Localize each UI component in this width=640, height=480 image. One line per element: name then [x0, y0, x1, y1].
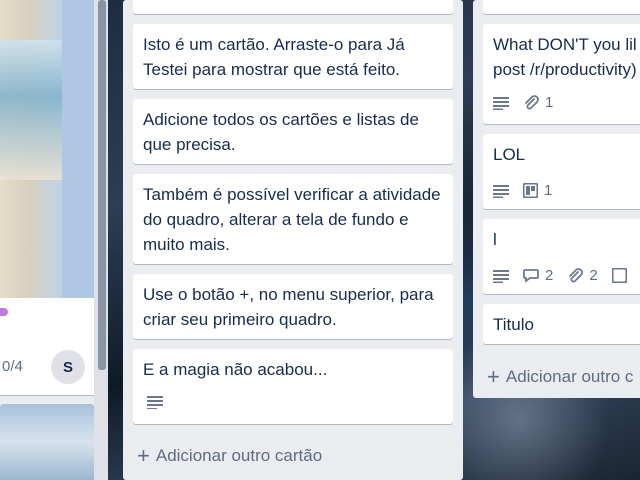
card-top-partial[interactable]: [133, 0, 453, 14]
card-title: E a magia não acabou...: [143, 360, 328, 379]
paperclip-icon: [523, 94, 539, 111]
description-icon: [493, 269, 509, 283]
card-title: Titulo: [493, 315, 534, 334]
add-card-button[interactable]: + Adicionar outro c: [487, 364, 634, 389]
comments-count: 2: [545, 267, 554, 284]
attachments-count: 1: [545, 94, 554, 111]
description-icon: [493, 96, 509, 110]
middle-list: Isto é um cartão. Arraste-o para Já Test…: [123, 0, 463, 480]
card-3[interactable]: Também é possível verificar a atividade …: [133, 174, 453, 264]
card-4[interactable]: Use o botão +, no menu superior, para cr…: [133, 274, 453, 339]
checklist-counter: 0/4: [2, 358, 23, 375]
right-list: What DON'T you lil post /r/productivity)…: [473, 0, 640, 398]
card-title: Adicione todos os cartões e listas de qu…: [143, 110, 419, 154]
card-label: [0, 308, 8, 316]
board-icon: [523, 183, 538, 198]
card-title: Também é possível verificar a atividade …: [143, 185, 441, 254]
avatar[interactable]: S: [51, 350, 85, 384]
card-cover-image-2[interactable]: [0, 404, 94, 480]
attachments-badge: 2: [567, 263, 598, 288]
card-title: LOL: [493, 145, 526, 164]
add-card-button[interactable]: + Adicionar outro cartão: [137, 443, 323, 468]
left-list-scrollbar-thumb[interactable]: [98, 0, 106, 370]
left-list: 0/4 S: [0, 0, 94, 480]
card-details[interactable]: 0/4 S: [0, 298, 94, 395]
card-titulo[interactable]: Titulo: [483, 304, 640, 344]
comment-icon: [523, 268, 539, 283]
card-top-partial[interactable]: [483, 0, 640, 14]
card-badges: 1: [493, 178, 552, 203]
description-icon: [147, 395, 163, 409]
add-card-label: Adicionar outro cartão: [155, 446, 323, 465]
card-2[interactable]: Adicione todos os cartões e listas de qu…: [133, 99, 453, 164]
card-title: l: [493, 230, 497, 249]
card-title: What DON'T you lil post /r/productivity): [493, 35, 637, 79]
card-title: Isto é um cartão. Arraste-o para Já Test…: [143, 35, 405, 79]
card-cover-image[interactable]: [0, 0, 94, 298]
plus-icon: +: [487, 364, 500, 389]
comments-badge: 2: [523, 263, 553, 288]
checklist-badge: 1: [523, 178, 552, 203]
card-l[interactable]: l 2 2: [483, 219, 640, 294]
plus-icon: +: [137, 443, 150, 468]
add-card-label: Adicionar outro c: [505, 367, 634, 386]
card-title: Use o botão +, no menu superior, para cr…: [143, 285, 434, 329]
board-icon: [611, 268, 627, 283]
card-1[interactable]: Isto é um cartão. Arraste-o para Já Test…: [133, 24, 453, 89]
card-badges: 1: [493, 90, 553, 115]
sky-shading: [62, 0, 94, 298]
checklist-count: 1: [544, 182, 553, 199]
card-5[interactable]: E a magia não acabou...: [133, 349, 453, 424]
card-badges: 2 2: [493, 263, 627, 288]
avatar-initial: S: [62, 358, 73, 376]
description-icon: [493, 184, 509, 198]
attachments-badge: 1: [523, 90, 553, 115]
card-lol[interactable]: LOL 1: [483, 134, 640, 209]
attachments-count: 2: [589, 267, 598, 284]
card-what-dont[interactable]: What DON'T you lil post /r/productivity)…: [483, 24, 640, 124]
paperclip-icon: [567, 267, 584, 284]
sea-shading: [0, 40, 62, 180]
